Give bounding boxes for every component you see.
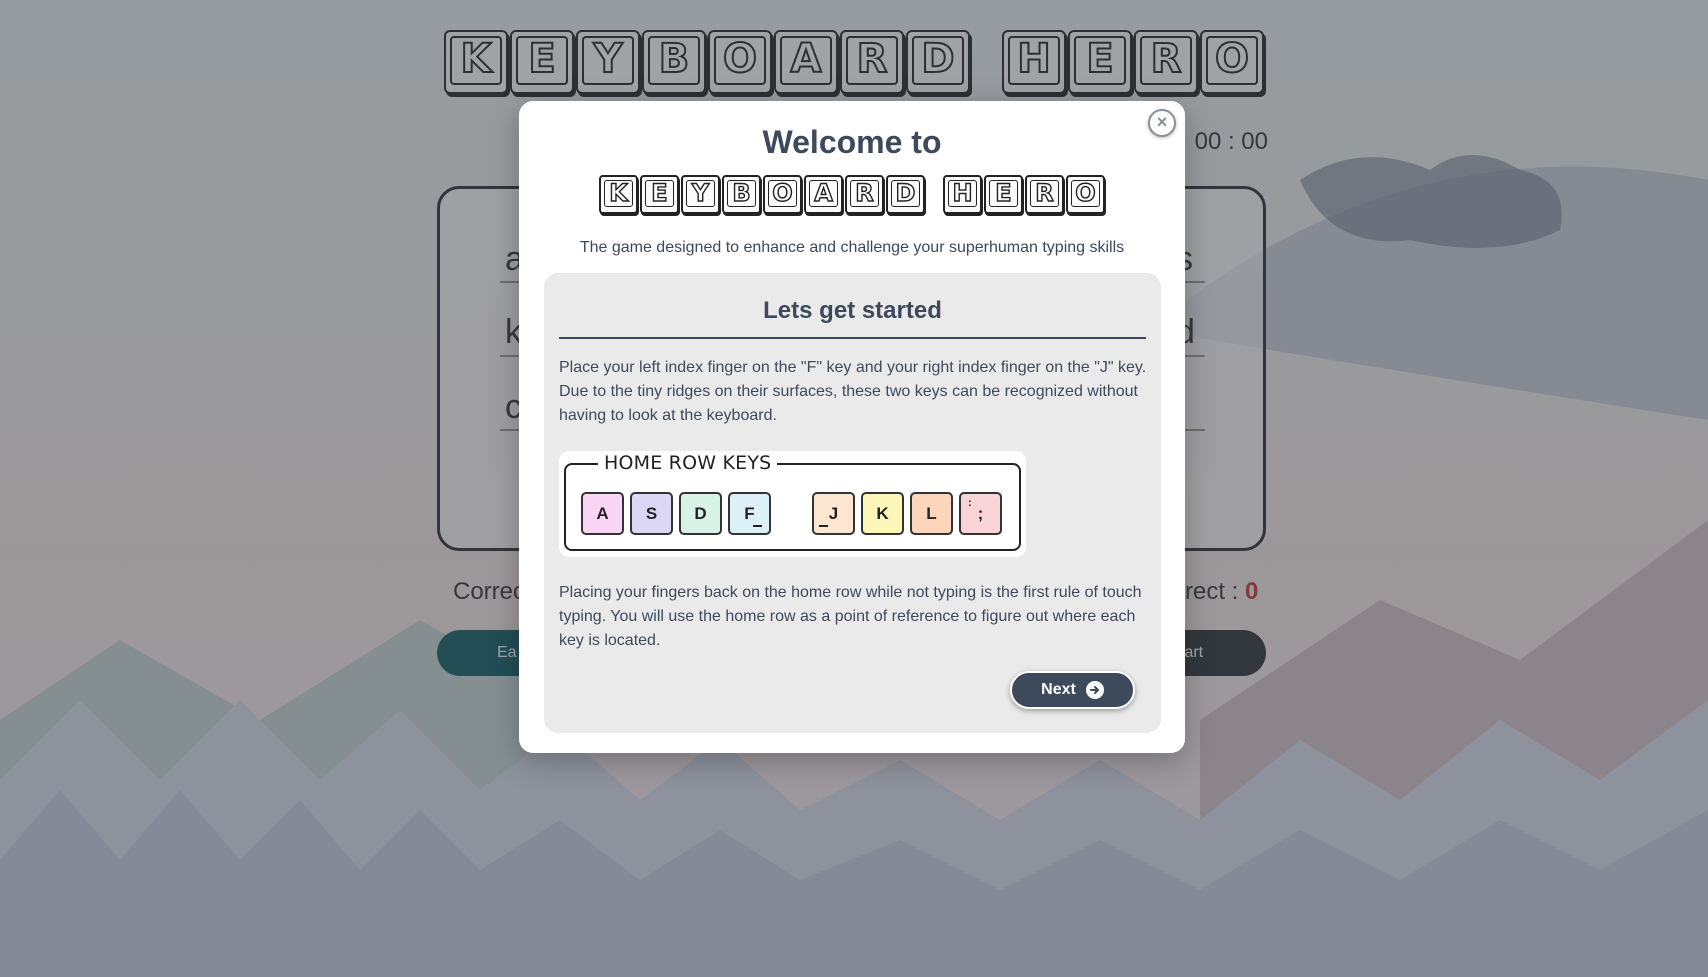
modal-logo-keycap: Y <box>681 175 720 214</box>
home-key-letter: ; <box>977 503 984 523</box>
modal-logo-keycap-letter: R <box>855 178 875 207</box>
home-key-letter: K <box>876 503 889 523</box>
instructions-panel: Lets get started Place your left index f… <box>544 273 1161 733</box>
modal-logo-keycap: O <box>1066 175 1105 214</box>
modal-logo-keycap: R <box>845 175 884 214</box>
arrow-right-icon <box>1085 681 1104 699</box>
home-key-l: L <box>910 492 953 535</box>
home-key-letter: L <box>926 503 937 523</box>
modal-logo-keycap: D <box>886 175 925 214</box>
home-key-letter: D <box>694 503 707 523</box>
welcome-heading: Welcome to <box>762 124 942 160</box>
modal-logo-keycap: R <box>1025 175 1064 214</box>
modal-logo-keycap: E <box>984 175 1023 214</box>
modal-logo-keycap-letter: K <box>609 178 629 207</box>
modal-logo-keycap-letter: Y <box>691 178 710 207</box>
modal-logo-keycap: B <box>722 175 761 214</box>
home-key-s: S <box>630 492 673 535</box>
modal-logo-keycap-letter: E <box>995 178 1013 207</box>
close-icon[interactable]: × <box>1148 109 1176 137</box>
ridge-marker <box>753 525 762 527</box>
home-row-diagram: HOME ROW KEYS A S D F J K L;: <box>559 451 1026 557</box>
home-key-letter: S <box>645 503 658 523</box>
modal-logo-keycap-letter: O <box>1075 178 1097 207</box>
home-key-d: D <box>679 492 722 535</box>
modal-logo-keycap: H <box>943 175 982 214</box>
modal-logo-keycap-letter: E <box>651 178 669 207</box>
home-key-letter: F <box>744 503 755 523</box>
home-key-letter: A <box>596 503 609 523</box>
home-key-letter: J <box>828 503 839 523</box>
instruction-paragraph-1: Place your left index finger on the "F" … <box>559 359 1147 424</box>
modal-logo-keycap-letter: D <box>895 178 916 207</box>
home-key-a: A <box>581 492 624 535</box>
modal-logo-word-keyboard: KEYBOARD <box>599 175 925 214</box>
modal-logo-keycap: A <box>804 175 843 214</box>
home-key-semicolon: ;: <box>959 492 1002 535</box>
modal-logo-keycap-letter: H <box>952 178 974 207</box>
modal-logo-keycap-letter: O <box>772 178 794 207</box>
modal-logo-keycap-letter: R <box>1035 178 1055 207</box>
next-button[interactable]: Next <box>1010 671 1135 709</box>
modal-logo-keycap-letter: B <box>732 178 752 207</box>
modal-logo-keycap: K <box>599 175 638 214</box>
modal-logo-keycap: O <box>763 175 802 214</box>
heading-divider <box>559 337 1146 339</box>
modal-logo: KEYBOARD HERO <box>519 175 1185 214</box>
modal-logo-word-hero: HERO <box>943 175 1105 214</box>
home-key-f: F <box>728 492 771 535</box>
modal-logo-keycap: E <box>640 175 679 214</box>
colon-mark: : <box>968 497 972 509</box>
tagline: The game designed to enhance and challen… <box>579 239 1125 256</box>
home-row-label: HOME ROW KEYS <box>598 452 778 474</box>
modal-logo-keycap-letter: A <box>814 178 834 207</box>
next-button-label: Next <box>1041 681 1076 698</box>
ridge-marker <box>819 525 828 527</box>
home-key-k: K <box>861 492 904 535</box>
home-key-j: J <box>812 492 855 535</box>
panel-heading: Lets get started <box>763 297 942 324</box>
instruction-paragraph-2: Placing your fingers back on the home ro… <box>559 584 1142 649</box>
welcome-modal: Welcome to KEYBOARD HERO The game design… <box>519 101 1185 753</box>
